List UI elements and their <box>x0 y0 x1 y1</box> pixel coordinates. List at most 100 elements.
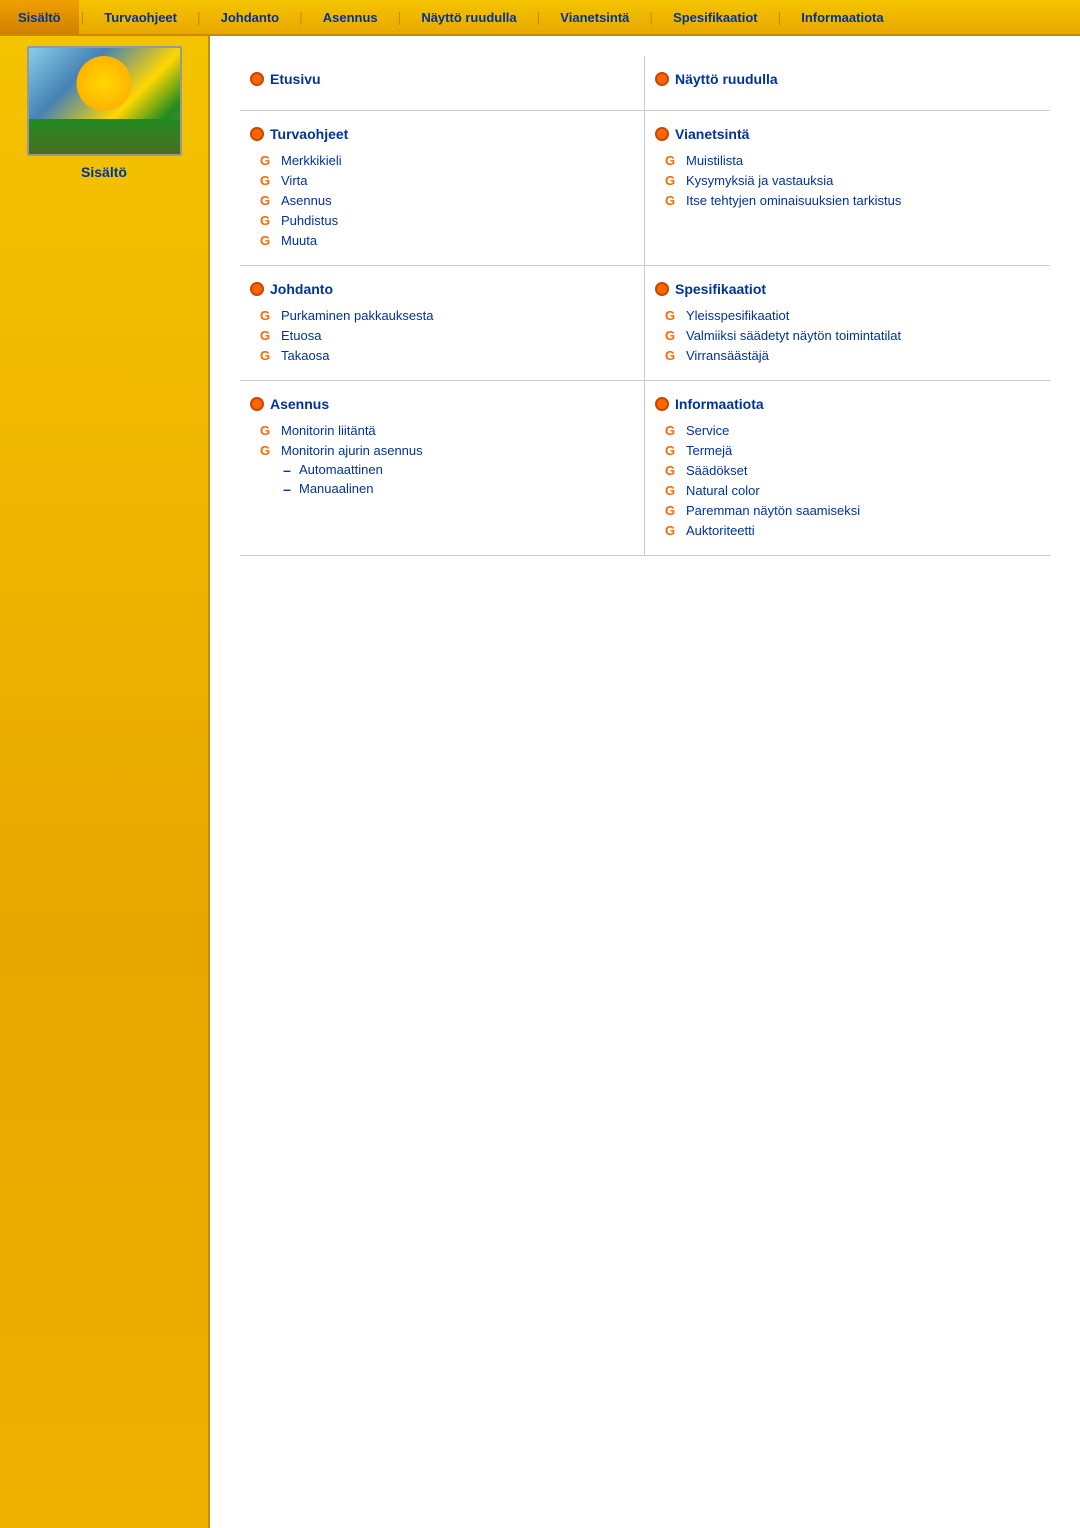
section-title-naytto[interactable]: Näyttö ruudulla <box>655 71 1030 87</box>
g-icon: G <box>260 212 276 228</box>
nav-sep-2: | <box>195 9 203 25</box>
g-icon: G <box>665 422 681 438</box>
svg-text:G: G <box>260 348 270 363</box>
section-title-turvaohjeet[interactable]: Turvaohjeet <box>250 126 624 142</box>
circle-icon-etusivu <box>250 72 264 86</box>
section-informaatiota: Informaatiota G Service G Termejä G <box>645 381 1050 556</box>
g-icon: G <box>665 307 681 323</box>
menu-item-termeja[interactable]: G Termejä <box>655 440 1030 460</box>
svg-text:G: G <box>665 443 675 458</box>
section-title-spesifikaatiot[interactable]: Spesifikaatiot <box>655 281 1030 297</box>
nav-item-johdanto[interactable]: Johdanto <box>203 0 298 34</box>
menu-item-saadokset[interactable]: G Säädökset <box>655 460 1030 480</box>
svg-text:G: G <box>260 193 270 208</box>
svg-text:G: G <box>665 423 675 438</box>
svg-text:G: G <box>665 308 675 323</box>
svg-text:G: G <box>260 423 270 438</box>
nav-item-vianetsinta[interactable]: Vianetsintä <box>542 0 647 34</box>
menu-item-service[interactable]: G Service <box>655 420 1030 440</box>
circle-icon-vianetsinta <box>655 127 669 141</box>
menu-item-auktoriteetti[interactable]: G Auktoriteetti <box>655 520 1030 540</box>
menu-item-muistilista[interactable]: G Muistilista <box>655 150 1030 170</box>
menu-item-purkaminen[interactable]: G Purkaminen pakkauksesta <box>250 305 624 325</box>
g-icon: G <box>260 327 276 343</box>
menu-item-monitorin-ajurin[interactable]: G Monitorin ajurin asennus <box>250 440 624 460</box>
svg-text:G: G <box>665 483 675 498</box>
section-etusivu: Etusivu <box>240 56 645 111</box>
nav-sep-1: | <box>79 9 87 25</box>
ground-graphic <box>29 119 180 154</box>
nav-item-turvaohjeet[interactable]: Turvaohjeet <box>86 0 195 34</box>
menu-item-asennus-sub[interactable]: G Asennus <box>250 190 624 210</box>
g-icon: G <box>665 442 681 458</box>
menu-item-kysymyksia[interactable]: G Kysymyksiä ja vastauksia <box>655 170 1030 190</box>
section-title-etusivu[interactable]: Etusivu <box>250 71 624 87</box>
g-icon: G <box>260 347 276 363</box>
menu-item-takaosa[interactable]: G Takaosa <box>250 345 624 365</box>
menu-item-merkkikieli[interactable]: G Merkkikieli <box>250 150 624 170</box>
menu-item-paremman[interactable]: G Paremman näytön saamiseksi <box>655 500 1030 520</box>
nav-item-sisalto[interactable]: Sisältö <box>0 0 79 34</box>
g-icon: G <box>665 462 681 478</box>
g-icon: G <box>665 327 681 343</box>
g-icon: G <box>260 192 276 208</box>
nav-item-informaatiota[interactable]: Informaatiota <box>783 0 901 34</box>
menu-item-virta[interactable]: G Virta <box>250 170 624 190</box>
section-asennus: Asennus G Monitorin liitäntä G Monitorin… <box>240 381 645 556</box>
nav-sep-7: | <box>776 9 784 25</box>
circle-icon-naytto <box>655 72 669 86</box>
section-title-vianetsinta[interactable]: Vianetsintä <box>655 126 1030 142</box>
svg-text:G: G <box>665 193 675 208</box>
main-layout: Sisältö Etusivu Näyttö ruudulla <box>0 36 1080 1528</box>
menu-item-muuta[interactable]: G Muuta <box>250 230 624 250</box>
menu-item-puhdistus[interactable]: G Puhdistus <box>250 210 624 230</box>
menu-item-manuaalinen[interactable]: – Manuaalinen <box>250 479 624 498</box>
section-vianetsinta: Vianetsintä G Muistilista G Kysymyksiä j… <box>645 111 1050 266</box>
menu-item-monitorin-liitanta[interactable]: G Monitorin liitäntä <box>250 420 624 440</box>
menu-item-valmiiksi[interactable]: G Valmiiksi säädetyt näytön toimintatila… <box>655 325 1030 345</box>
nav-sep-3: | <box>297 9 305 25</box>
svg-text:G: G <box>665 348 675 363</box>
svg-text:G: G <box>260 233 270 248</box>
main-content: Etusivu Näyttö ruudulla Turvaohjeet G <box>210 36 1080 1528</box>
menu-item-natural-color[interactable]: G Natural color <box>655 480 1030 500</box>
dash-icon: – <box>280 482 294 496</box>
section-title-johdanto[interactable]: Johdanto <box>250 281 624 297</box>
svg-text:G: G <box>260 308 270 323</box>
circle-icon-spesifikaatiot <box>655 282 669 296</box>
nav-item-naytto[interactable]: Näyttö ruudulla <box>403 0 534 34</box>
nav-sep-6: | <box>647 9 655 25</box>
g-icon: G <box>260 152 276 168</box>
section-title-asennus[interactable]: Asennus <box>250 396 624 412</box>
g-icon: G <box>665 522 681 538</box>
g-icon: G <box>665 172 681 188</box>
section-naytto: Näyttö ruudulla <box>645 56 1050 111</box>
nav-item-spesifikaatiot[interactable]: Spesifikaatiot <box>655 0 776 34</box>
menu-item-virrensaastaja[interactable]: G Virransäästäjä <box>655 345 1030 365</box>
menu-item-itse-tehtyjen[interactable]: G Itse tehtyjen ominaisuuksien tarkistus <box>655 190 1030 210</box>
g-icon: G <box>665 482 681 498</box>
menu-item-yleisspesifikaatiot[interactable]: G Yleisspesifikaatiot <box>655 305 1030 325</box>
content-grid: Etusivu Näyttö ruudulla Turvaohjeet G <box>240 56 1050 556</box>
svg-text:G: G <box>665 328 675 343</box>
svg-text:G: G <box>260 213 270 228</box>
sidebar-title: Sisältö <box>81 164 127 180</box>
g-icon: G <box>260 232 276 248</box>
top-navigation: Sisältö | Turvaohjeet | Johdanto | Asenn… <box>0 0 1080 36</box>
circle-icon-asennus <box>250 397 264 411</box>
svg-text:G: G <box>665 173 675 188</box>
menu-item-automaattinen[interactable]: – Automaattinen <box>250 460 624 479</box>
section-title-informaatiota[interactable]: Informaatiota <box>655 396 1030 412</box>
section-johdanto: Johdanto G Purkaminen pakkauksesta G Etu… <box>240 266 645 381</box>
svg-text:G: G <box>260 153 270 168</box>
menu-item-etuosa[interactable]: G Etuosa <box>250 325 624 345</box>
circle-icon-informaatiota <box>655 397 669 411</box>
svg-text:G: G <box>665 503 675 518</box>
svg-text:G: G <box>665 153 675 168</box>
nav-item-asennus[interactable]: Asennus <box>305 0 396 34</box>
svg-text:G: G <box>260 443 270 458</box>
g-icon: G <box>260 307 276 323</box>
circle-icon-johdanto <box>250 282 264 296</box>
sidebar: Sisältö <box>0 36 210 1528</box>
svg-text:G: G <box>665 523 675 538</box>
